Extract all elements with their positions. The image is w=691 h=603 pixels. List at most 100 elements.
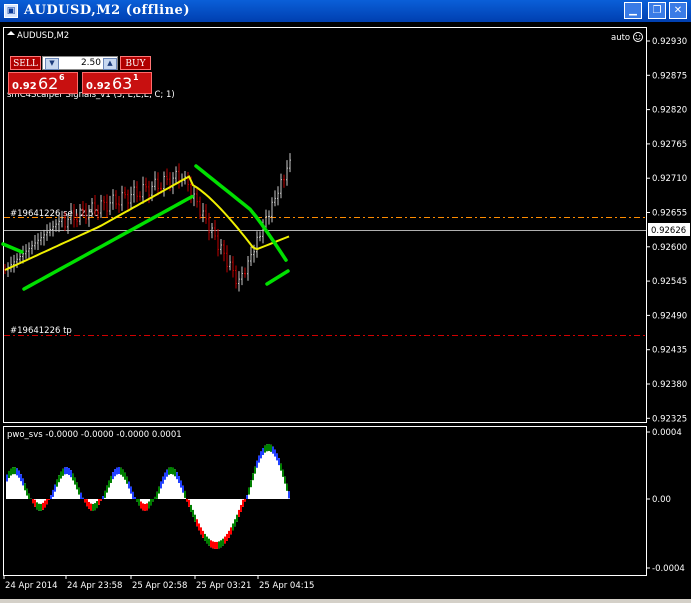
histogram-edge (188, 500, 190, 507)
histogram-edge (124, 473, 126, 480)
histogram-edge (100, 499, 102, 501)
histogram-edge (24, 483, 26, 490)
histogram-edge (94, 503, 96, 510)
histogram-edge (56, 480, 58, 487)
histogram-edge (172, 468, 174, 475)
histogram-edge (190, 505, 192, 512)
histogram-edge (246, 495, 248, 499)
histogram-edge (182, 486, 184, 493)
histogram-edge (170, 467, 172, 474)
chart-window-icon: ▣ (4, 4, 18, 18)
price-chart[interactable]: AUDUSD,M2 auto smC4Scalper Signals_v1 (3… (0, 22, 691, 599)
histogram-edge (110, 476, 112, 483)
lot-decrease-icon[interactable]: ▼ (45, 58, 59, 70)
histogram-edge (20, 474, 22, 481)
histogram-edge (52, 490, 54, 497)
histogram-edge (76, 482, 78, 489)
histogram-edge (178, 476, 180, 483)
histogram-edge (164, 473, 166, 480)
lot-size-value[interactable]: 2.50 (59, 57, 101, 69)
histogram-edge (236, 515, 238, 522)
histogram-edge (28, 494, 30, 499)
histogram-bar (214, 499, 216, 549)
right-band-segment (267, 271, 288, 284)
price-tick-label: 0.92545 (652, 277, 687, 287)
histogram-edge (276, 453, 278, 460)
time-tick-label: 25 Apr 04:15 (259, 581, 314, 591)
histogram-edge (134, 497, 136, 499)
histogram-edge (38, 504, 40, 511)
price-tick-label: 0.92325 (652, 414, 687, 424)
histogram-edge (64, 467, 66, 474)
histogram-edge (116, 468, 118, 475)
lot-increase-icon[interactable]: ▲ (103, 58, 117, 70)
histogram-edge (86, 499, 88, 506)
time-tick-label: 24 Apr 2014 (5, 581, 58, 591)
histogram-edge (272, 447, 274, 454)
histogram-edge (140, 502, 142, 509)
histogram-edge (152, 499, 154, 502)
sell-button[interactable]: SELL (10, 56, 41, 70)
histogram-edge (44, 501, 46, 508)
histogram-bar (216, 499, 218, 549)
histogram-edge (168, 468, 170, 475)
histogram-edge (72, 473, 74, 480)
histogram-edge (282, 470, 284, 477)
price-tick-label: 0.92765 (652, 140, 687, 150)
histogram-edge (192, 510, 194, 517)
histogram-edge (82, 498, 84, 499)
histogram-edge (138, 499, 140, 506)
histogram-bar (212, 499, 214, 548)
price-tick-label: 0.92655 (652, 209, 687, 219)
sell-price-prefix: 0.92 (12, 81, 37, 92)
histogram-edge (258, 456, 260, 463)
histogram-edge (262, 448, 264, 455)
histogram-edge (106, 486, 108, 493)
histogram-bar (218, 499, 220, 548)
chart-window[interactable]: AUDUSD,M2 auto smC4Scalper Signals_v1 (3… (0, 22, 691, 599)
histogram-edge (102, 496, 104, 499)
histogram-edge (176, 472, 178, 479)
price-tick-label: 0.92490 (652, 311, 687, 321)
histogram-edge (136, 499, 138, 502)
buy-button[interactable]: BUY (120, 56, 151, 70)
histogram-edge (46, 499, 48, 504)
histogram-edge (42, 503, 44, 510)
histogram-edge (142, 503, 144, 510)
histogram-edge (156, 492, 158, 499)
restore-button[interactable]: ❐ (648, 2, 666, 19)
histogram-edge (122, 470, 124, 477)
histogram-edge (184, 491, 186, 498)
minimize-button[interactable]: ▁ (624, 2, 642, 19)
close-button[interactable]: ✕ (669, 2, 687, 19)
lot-size-input[interactable]: ▼ 2.50 ▲ (42, 56, 118, 70)
oscillator-tick-label: 0.0004 (652, 428, 682, 438)
histogram-edge (222, 539, 224, 546)
histogram-bar (270, 445, 272, 499)
time-tick-label: 24 Apr 23:58 (67, 581, 122, 591)
histogram-edge (238, 510, 240, 517)
oscillator-axis: 0.00040.00-0.0004 (646, 428, 685, 574)
histogram-edge (26, 489, 28, 496)
histogram-edge (220, 540, 222, 547)
histogram-edge (242, 500, 244, 507)
histogram-edge (84, 499, 86, 502)
histogram-edge (54, 485, 56, 492)
histogram-edge (260, 451, 262, 458)
buy-price-box[interactable]: 0.92 63 1 (82, 72, 152, 94)
histogram-edge (48, 499, 50, 500)
histogram-bar (262, 448, 264, 499)
histogram-edge (68, 468, 70, 475)
take-profit-label: #19641226 tp (10, 326, 72, 336)
collapse-icon[interactable] (7, 31, 15, 35)
histogram-edge (186, 499, 188, 502)
buy-price-sup: 1 (133, 73, 139, 82)
smiley-icon (634, 33, 643, 42)
histogram-edge (230, 527, 232, 534)
histogram-edge (278, 458, 280, 465)
histogram-edge (6, 474, 8, 481)
sell-price-box[interactable]: 0.92 62 6 (8, 72, 78, 94)
histogram-edge (58, 475, 60, 482)
smiley-eye-right (639, 35, 640, 36)
sell-price-sup: 6 (59, 73, 65, 82)
